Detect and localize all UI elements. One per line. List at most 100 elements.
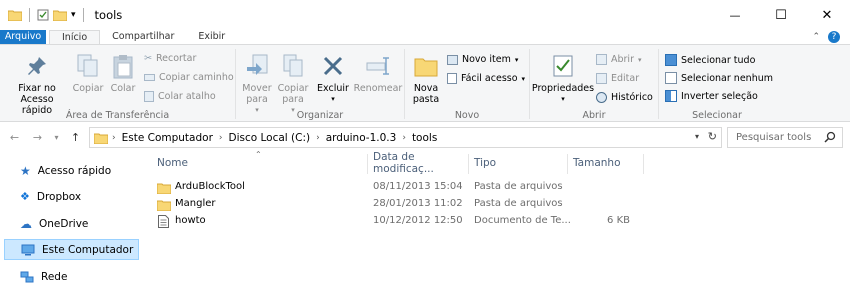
tab-share[interactable]: Compartilhar [100,30,186,44]
breadcrumb-disk[interactable]: Disco Local (C:) [229,132,311,144]
copy-path-button[interactable]: Copiar caminho [144,72,234,83]
cut-button[interactable]: ✂ Recortar [144,53,196,64]
tab-view[interactable]: Exibir [186,30,237,44]
nav-quick-access[interactable]: ★ Acesso rápido [4,160,139,181]
paste-shortcut-button[interactable]: Colar atalho [144,91,216,102]
new-folder-icon[interactable] [53,9,67,21]
file-explorer-window: ▾ tools — ☐ ✕ Arquivo Início Compartilha… [0,0,850,291]
history-button[interactable]: Histórico [596,92,653,103]
nav-network[interactable]: Rede [4,266,139,287]
edit-button[interactable]: Editar [596,73,639,84]
properties-button[interactable]: Propriedades ▾ [532,49,594,105]
forward-icon[interactable]: → [29,131,46,144]
copy-to-icon [283,54,303,77]
chevron-right-icon[interactable]: › [402,133,406,143]
cloud-icon: ☁ [20,216,32,231]
easy-access-button[interactable]: Fácil acesso ▾ [447,73,525,84]
refresh-icon[interactable]: ↻ [708,130,717,143]
star-icon: ★ [20,163,31,178]
close-button[interactable]: ✕ [804,0,850,30]
breadcrumb-computer[interactable]: Este Computador [122,132,213,144]
folder-icon [8,10,22,21]
copy-to-button[interactable]: Copiar para ▾ [275,49,311,116]
file-date: 28/01/2013 11:02 [373,198,463,209]
file-name: Mangler [175,198,216,209]
select-all-button[interactable]: Selecionar tudo [665,54,755,66]
help-icon[interactable]: ? [828,31,840,43]
new-item-icon [447,54,458,65]
rename-button[interactable]: Renomear [353,49,403,94]
scissors-icon: ✂ [144,53,152,64]
paste-icon [113,55,133,79]
chevron-right-icon[interactable]: › [316,133,320,143]
rename-icon [366,57,389,75]
delete-icon [323,56,343,76]
chevron-down-icon: ▾ [561,95,565,103]
chevron-down-icon: ▾ [521,74,526,83]
column-header-size[interactable]: Tamanho [573,152,643,173]
select-none-button[interactable]: Selecionar nenhum [665,72,773,84]
search-icon [824,131,836,143]
breadcrumb-arduino[interactable]: arduino-1.0.3 [326,132,397,144]
easy-access-icon [447,73,457,84]
new-group: Nova pasta Novo item ▾ Fácil acesso ▾ Novo [405,45,529,122]
copy-button[interactable]: Copiar [70,49,106,94]
nav-dropbox[interactable]: ❖ Dropbox [4,186,139,207]
open-button[interactable]: Abrir ▾ [596,54,642,65]
invert-selection-button[interactable]: Inverter seleção [665,90,758,102]
window-title: tools [94,8,123,22]
tab-home[interactable]: Início [49,30,101,44]
ribbon-tabs: Arquivo Início Compartilhar Exibir ⌃ ? [0,30,850,44]
search-input[interactable]: Pesquisar tools [727,127,843,148]
computer-icon [21,244,35,255]
breadcrumb-tools[interactable]: tools [412,132,437,144]
edit-icon [596,73,607,84]
list-item[interactable]: Mangler 28/01/2013 11:02 Pasta de arquiv… [145,196,850,213]
history-icon [596,92,607,103]
column-header-date[interactable]: Data de modificaç... [373,151,468,175]
back-icon[interactable]: ← [6,131,23,144]
paste-shortcut-icon [144,91,154,102]
customize-qat-icon[interactable]: ▾ [71,10,76,20]
properties-icon[interactable] [37,9,49,21]
pin-quick-access-button[interactable]: Fixar no Acesso rápido [4,49,70,116]
folder-icon [157,200,171,211]
chevron-down-icon: ▾ [637,55,642,64]
recent-locations-icon[interactable]: ▾ [48,133,65,142]
pin-icon [28,57,46,75]
network-icon [20,271,34,282]
address-dropdown-icon[interactable]: ▾ [695,132,699,141]
title-bar: ▾ tools — ☐ ✕ [0,0,850,30]
open-icon [596,54,607,65]
list-item[interactable]: ArduBlockTool 08/11/2013 15:04 Pasta de … [145,179,850,196]
maximize-button[interactable]: ☐ [758,0,804,30]
list-item[interactable]: howto 10/12/2012 12:50 Documento de Te..… [145,213,850,230]
file-name: howto [175,215,206,226]
folder-icon [94,133,108,144]
quick-access-toolbar: ▾ [0,8,87,22]
file-date: 10/12/2012 12:50 [373,215,463,226]
minimize-button[interactable]: — [712,0,758,30]
move-to-button[interactable]: Mover para ▾ [239,49,275,116]
collapse-ribbon-icon[interactable]: ⌃ [812,32,820,42]
column-header-name[interactable]: Nome [157,152,367,173]
file-list: ⌃ Nome Data de modificaç... Tipo Tamanho… [145,150,850,291]
address-bar[interactable]: › Este Computador › Disco Local (C:) › a… [89,127,722,148]
organize-group: Mover para ▾ Copiar para ▾ Excluir ▾ Renome… [236,45,404,122]
select-none-icon [665,72,677,84]
new-folder-button[interactable]: Nova pasta [407,49,445,105]
file-type: Pasta de arquivos [474,198,563,209]
file-size: 6 KB [607,215,630,226]
paste-button[interactable]: Colar [106,49,140,94]
nav-onedrive[interactable]: ☁ OneDrive [4,213,139,234]
chevron-right-icon[interactable]: › [219,133,223,143]
invert-selection-icon [665,90,677,102]
up-icon[interactable]: ↑ [67,131,84,144]
delete-button[interactable]: Excluir ▾ [315,49,351,105]
clipboard-group: Fixar no Acesso rápido Copiar Colar ✂ Rec… [0,45,235,122]
nav-this-pc[interactable]: Este Computador [4,239,139,260]
column-header-type[interactable]: Tipo [474,152,566,173]
tab-file[interactable]: Arquivo [0,30,46,44]
new-item-button[interactable]: Novo item ▾ [447,54,518,65]
copy-icon [77,54,98,77]
